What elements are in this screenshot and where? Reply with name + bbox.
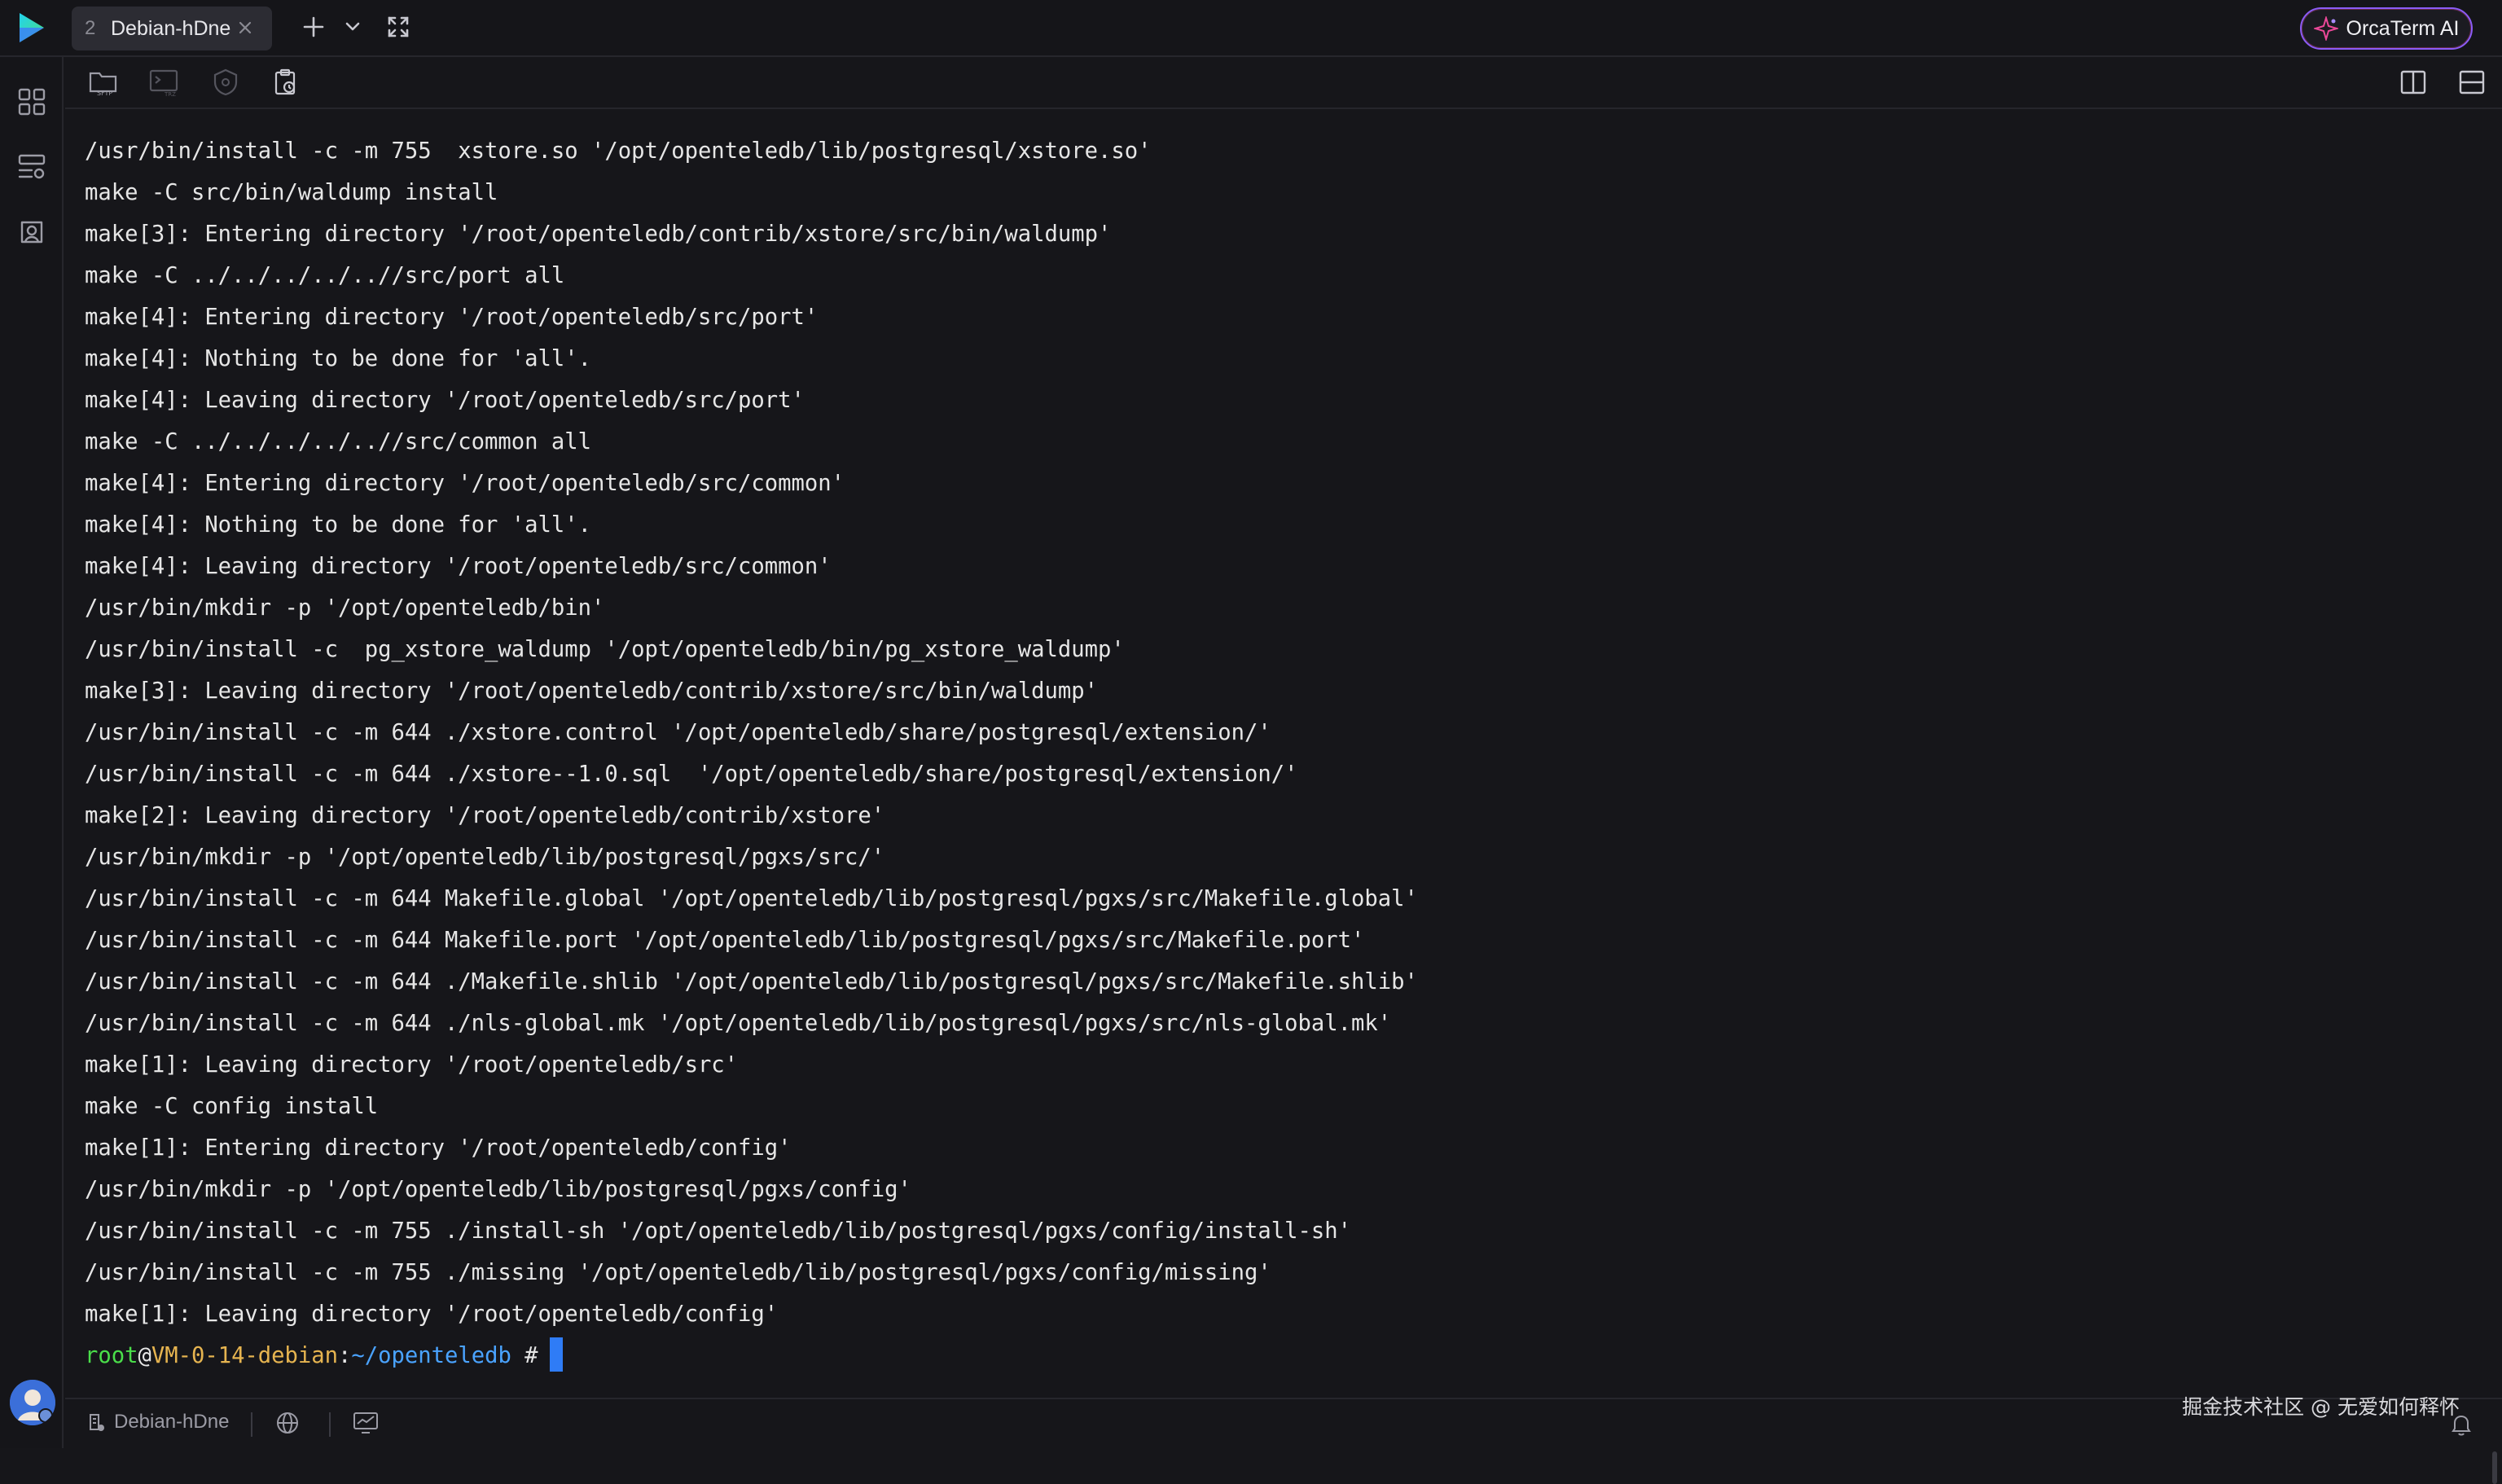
- tab-index: 2: [85, 17, 96, 39]
- terminal-line: /usr/bin/install -c -m 644 Makefile.glob…: [85, 886, 1418, 911]
- vault-button[interactable]: [15, 217, 49, 251]
- terminal-line: /usr/bin/install -c -m 755 ./install-sh …: [85, 1218, 1351, 1244]
- chevron-down-icon: [342, 16, 363, 42]
- tab-bar: 2 Debian-hDne OrcaTerm AI: [0, 0, 2502, 57]
- clipboard-button[interactable]: [269, 67, 303, 101]
- terminal-line: /usr/bin/install -c pg_xstore_waldump '/…: [85, 637, 1125, 662]
- prompt-at: @: [138, 1343, 151, 1368]
- plus-icon: [301, 15, 326, 43]
- clipboard-icon: [271, 68, 301, 101]
- terminal-line: make[4]: Leaving directory '/root/opente…: [85, 388, 805, 413]
- orcaterm-ai-button[interactable]: OrcaTerm AI: [2300, 7, 2473, 50]
- terminal-line: make[4]: Nothing to be done for 'all'.: [85, 512, 591, 538]
- session-indicator[interactable]: Debian-hDne: [86, 1411, 229, 1434]
- terminal-line: /usr/bin/install -c -m 644 Makefile.port…: [85, 928, 1365, 953]
- split-vertical-button[interactable]: [2396, 67, 2430, 101]
- terminal-line: make -C ../../../../..//src/port all: [85, 263, 565, 288]
- fullscreen-icon: [386, 15, 410, 43]
- terminal-line: make -C src/bin/waldump install: [85, 180, 498, 205]
- orcaterm-logo-icon[interactable]: [15, 10, 50, 47]
- sftp-label: SFTP: [97, 90, 112, 97]
- ai-button-label: OrcaTerm AI: [2346, 16, 2460, 40]
- terminal-line: /usr/bin/mkdir -p '/opt/openteledb/lib/p…: [85, 1177, 911, 1202]
- sftp-icon: SFTP: [88, 67, 119, 102]
- terminal-line: make[4]: Entering directory '/root/opent…: [85, 305, 819, 330]
- tab-title: Debian-hDne: [111, 16, 231, 40]
- terminal-icon: TRZ: [148, 67, 179, 102]
- terminal-line: /usr/bin/install -c -m 644 ./nls-global.…: [85, 1011, 1392, 1036]
- server-status-icon: [90, 1414, 104, 1431]
- terminal-toolbar: SFTP TRZ: [65, 57, 2502, 109]
- terminal-line: /usr/bin/mkdir -p '/opt/openteledb/bin': [85, 595, 605, 621]
- split-horizontal-button[interactable]: [2455, 67, 2489, 101]
- terminal-line: make[1]: Entering directory '/root/opent…: [85, 1135, 792, 1161]
- status-bar: Debian-hDne 掘金技术社区 @ 无爱如何释怀: [65, 1395, 2502, 1448]
- fullscreen-button[interactable]: [381, 11, 415, 46]
- prompt-path: ~/openteledb: [351, 1343, 511, 1368]
- terminal-line: make[4]: Entering directory '/root/opent…: [85, 471, 845, 496]
- ai-sparkle-icon: [2312, 15, 2340, 42]
- left-sidebar: [0, 57, 64, 1448]
- vault-icon: [17, 217, 46, 251]
- trz-label: TRZ: [164, 91, 176, 98]
- prompt-host: VM-0-14-debian: [151, 1343, 339, 1368]
- grid-apps-icon: [17, 87, 46, 121]
- apps-button[interactable]: [15, 86, 49, 121]
- prompt-user: root: [85, 1343, 138, 1368]
- terminal-line: /usr/bin/install -c -m 644 ./Makefile.sh…: [85, 969, 1418, 994]
- terminal-line: make -C ../../../../..//src/common all: [85, 429, 591, 454]
- avatar[interactable]: [10, 1380, 55, 1425]
- terminal-line: /usr/bin/install -c -m 755 xstore.so '/o…: [85, 138, 1152, 164]
- terminal-line: make[4]: Nothing to be done for 'all'.: [85, 346, 591, 371]
- terminal-lines: /usr/bin/install -c -m 755 xstore.so '/o…: [85, 130, 2500, 1335]
- divider: [251, 1412, 252, 1437]
- network-button[interactable]: [272, 1409, 303, 1440]
- session-label: Debian-hDne: [114, 1411, 230, 1433]
- terminal-line: make[1]: Leaving directory '/root/opente…: [85, 1302, 779, 1327]
- terminal-line: /usr/bin/mkdir -p '/opt/openteledb/lib/p…: [85, 845, 885, 870]
- terminal-line: /usr/bin/install -c -m 755 ./missing '/o…: [85, 1260, 1271, 1285]
- sftp-button[interactable]: SFTP: [86, 67, 121, 101]
- monitor-button[interactable]: [350, 1409, 381, 1440]
- shell-prompt: root@VM-0-14-debian:~/openteledb #: [85, 1335, 2500, 1376]
- terminal-line: /usr/bin/install -c -m 644 ./xstore.cont…: [85, 720, 1271, 745]
- new-tab-button[interactable]: [296, 11, 331, 46]
- terminal-transfer-button[interactable]: TRZ: [147, 67, 181, 101]
- shield-icon: [211, 68, 240, 101]
- terminal-output[interactable]: /usr/bin/install -c -m 755 xstore.so '/o…: [65, 111, 2500, 1484]
- terminal-line: make[3]: Leaving directory '/root/opente…: [85, 678, 1098, 704]
- terminal-cursor: [549, 1337, 563, 1372]
- terminal-line: make[4]: Leaving directory '/root/opente…: [85, 554, 832, 579]
- server-list-button[interactable]: [15, 151, 49, 186]
- prompt-hash: #: [511, 1343, 538, 1368]
- split-horizontal-icon: [2458, 68, 2486, 100]
- prompt-colon: :: [338, 1343, 352, 1368]
- globe-icon: [275, 1411, 300, 1439]
- scrollbar-thumb[interactable]: [2492, 1451, 2497, 1484]
- tab-debian-hdne[interactable]: 2 Debian-hDne: [72, 7, 272, 50]
- security-button[interactable]: [208, 67, 243, 101]
- terminal-line: /usr/bin/install -c -m 644 ./xstore--1.0…: [85, 762, 1298, 787]
- split-vertical-icon: [2399, 68, 2427, 100]
- divider: [329, 1412, 331, 1437]
- terminal-line: make[1]: Leaving directory '/root/opente…: [85, 1052, 739, 1078]
- server-list-icon: [17, 152, 46, 186]
- terminal-line: make[3]: Entering directory '/root/opent…: [85, 222, 1112, 247]
- close-icon[interactable]: [235, 17, 256, 38]
- watermark: 掘金技术社区 @ 无爱如何释怀: [2182, 1395, 2460, 1419]
- terminal-line: make[2]: Leaving directory '/root/opente…: [85, 803, 885, 828]
- notification-bell-icon[interactable]: [2450, 1412, 2473, 1441]
- monitor-icon: [353, 1411, 379, 1439]
- terminal-line: make -C config install: [85, 1094, 379, 1119]
- tab-dropdown-button[interactable]: [336, 11, 370, 46]
